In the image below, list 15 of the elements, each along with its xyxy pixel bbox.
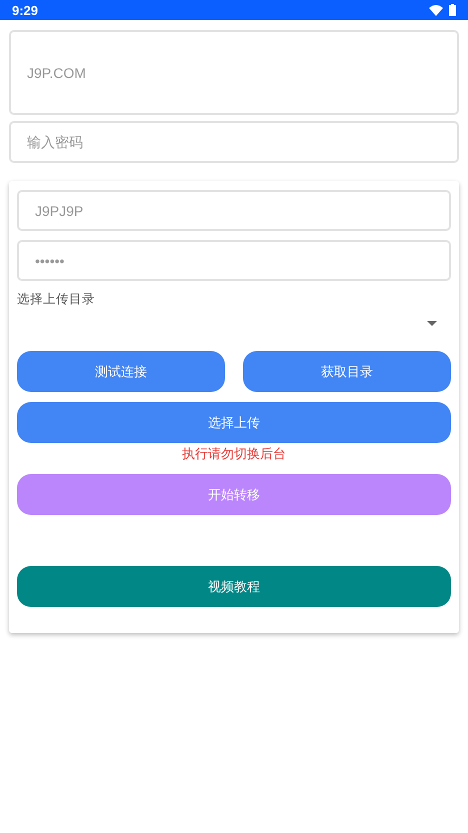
warning-text: 执行请勿切换后台 <box>181 446 287 461</box>
caret-icon <box>427 320 437 326</box>
upload-button[interactable]: 选择上传 <box>17 402 451 443</box>
battery-icon <box>449 4 456 16</box>
wifi-icon <box>429 4 443 16</box>
password-field[interactable]: 输入密码 <box>9 121 459 163</box>
clock: 9:29 <box>12 2 38 18</box>
account-field[interactable]: J9PJ9P <box>17 190 451 231</box>
tutorial-button[interactable]: 视频教程 <box>17 566 451 607</box>
action-button[interactable]: 获取目录 <box>243 351 451 392</box>
directory-label: 选择上传目录 <box>17 291 96 307</box>
transfer-button[interactable]: 开始转移 <box>17 474 451 515</box>
action-button[interactable]: 测试连接 <box>17 351 225 392</box>
server-field[interactable]: J9P.COM <box>9 30 459 115</box>
secret-field[interactable]: •••••• <box>17 240 451 281</box>
